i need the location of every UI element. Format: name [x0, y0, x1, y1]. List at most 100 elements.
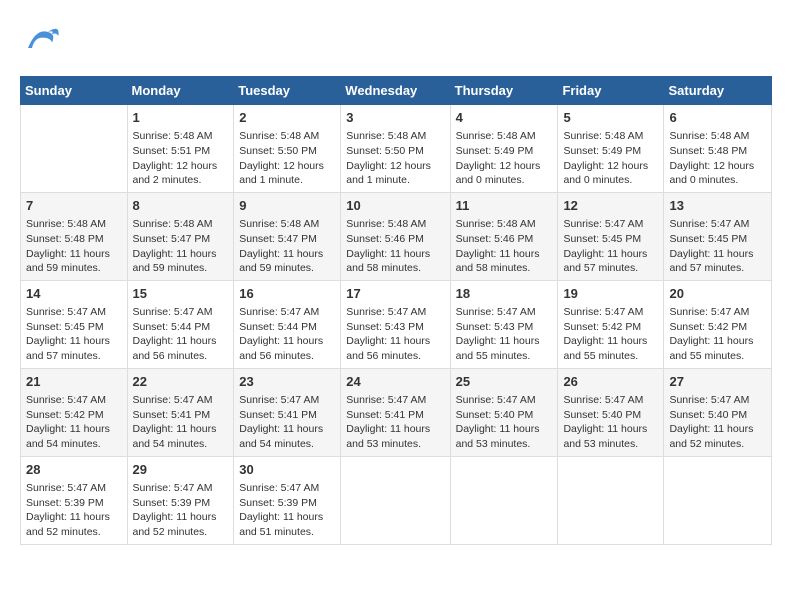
day-info-line: Daylight: 11 hours: [239, 510, 335, 525]
week-row-2: 7Sunrise: 5:48 AMSunset: 5:48 PMDaylight…: [21, 192, 772, 280]
day-info-line: Daylight: 12 hours: [563, 159, 658, 174]
day-info-line: Sunrise: 5:47 AM: [26, 305, 122, 320]
day-info-line: Daylight: 11 hours: [239, 334, 335, 349]
calendar-cell: 20Sunrise: 5:47 AMSunset: 5:42 PMDayligh…: [664, 280, 772, 368]
day-info-line: Sunset: 5:43 PM: [346, 320, 444, 335]
day-number: 18: [456, 285, 553, 303]
day-info-line: Daylight: 11 hours: [456, 334, 553, 349]
day-info-line: Sunrise: 5:47 AM: [239, 305, 335, 320]
calendar-cell: 3Sunrise: 5:48 AMSunset: 5:50 PMDaylight…: [341, 105, 450, 193]
day-info-line: Sunset: 5:47 PM: [133, 232, 229, 247]
calendar-cell: 5Sunrise: 5:48 AMSunset: 5:49 PMDaylight…: [558, 105, 664, 193]
day-info-line: Sunrise: 5:48 AM: [669, 129, 766, 144]
day-info-line: and 56 minutes.: [346, 349, 444, 364]
day-number: 9: [239, 197, 335, 215]
day-info-line: Daylight: 11 hours: [239, 422, 335, 437]
day-info-line: Sunset: 5:44 PM: [239, 320, 335, 335]
day-info-line: Sunrise: 5:47 AM: [669, 305, 766, 320]
header-thursday: Thursday: [450, 77, 558, 105]
calendar-cell: 12Sunrise: 5:47 AMSunset: 5:45 PMDayligh…: [558, 192, 664, 280]
calendar-cell: 15Sunrise: 5:47 AMSunset: 5:44 PMDayligh…: [127, 280, 234, 368]
day-info-line: Sunset: 5:46 PM: [456, 232, 553, 247]
week-row-4: 21Sunrise: 5:47 AMSunset: 5:42 PMDayligh…: [21, 368, 772, 456]
day-info-line: Sunrise: 5:48 AM: [456, 217, 553, 232]
day-info-line: Sunset: 5:39 PM: [133, 496, 229, 511]
day-info-line: Daylight: 11 hours: [133, 510, 229, 525]
calendar-cell: 25Sunrise: 5:47 AMSunset: 5:40 PMDayligh…: [450, 368, 558, 456]
day-info-line: Sunrise: 5:47 AM: [456, 305, 553, 320]
day-number: 13: [669, 197, 766, 215]
calendar-cell: 9Sunrise: 5:48 AMSunset: 5:47 PMDaylight…: [234, 192, 341, 280]
header-wednesday: Wednesday: [341, 77, 450, 105]
day-info-line: and 58 minutes.: [346, 261, 444, 276]
day-number: 14: [26, 285, 122, 303]
day-info-line: Sunset: 5:42 PM: [26, 408, 122, 423]
day-info-line: Sunrise: 5:48 AM: [133, 217, 229, 232]
day-info-line: and 59 minutes.: [26, 261, 122, 276]
week-row-1: 1Sunrise: 5:48 AMSunset: 5:51 PMDaylight…: [21, 105, 772, 193]
day-info-line: Sunrise: 5:47 AM: [26, 481, 122, 496]
week-row-3: 14Sunrise: 5:47 AMSunset: 5:45 PMDayligh…: [21, 280, 772, 368]
day-info-line: Daylight: 12 hours: [456, 159, 553, 174]
day-info-line: Sunrise: 5:48 AM: [239, 129, 335, 144]
day-info-line: Sunrise: 5:47 AM: [346, 305, 444, 320]
calendar-cell: 22 Sunrise: 5:47 AMSunset: 5:41 PMDayligh…: [127, 368, 234, 456]
day-info-line: Sunrise: 5:47 AM: [456, 393, 553, 408]
day-number: 30: [239, 461, 335, 479]
calendar-cell: 17Sunrise: 5:47 AMSunset: 5:43 PMDayligh…: [341, 280, 450, 368]
day-info-line: Daylight: 11 hours: [133, 422, 229, 437]
day-info-line: Daylight: 11 hours: [563, 247, 658, 262]
day-info-line: Daylight: 11 hours: [133, 334, 229, 349]
day-info-line: and 57 minutes.: [563, 261, 658, 276]
header-monday: Monday: [127, 77, 234, 105]
day-info-line: Sunrise: 5:47 AM: [563, 305, 658, 320]
day-number: 15: [133, 285, 229, 303]
day-number: 24: [346, 373, 444, 391]
day-info-line: Sunset: 5:40 PM: [456, 408, 553, 423]
day-info-line: Daylight: 11 hours: [669, 422, 766, 437]
calendar-cell: 7Sunrise: 5:48 AMSunset: 5:48 PMDaylight…: [21, 192, 128, 280]
day-info-line: and 59 minutes.: [239, 261, 335, 276]
day-info-line: Sunrise: 5:47 AM: [563, 393, 658, 408]
calendar-cell: 10Sunrise: 5:48 AMSunset: 5:46 PMDayligh…: [341, 192, 450, 280]
day-info-line: and 1 minute.: [346, 173, 444, 188]
day-number: 2: [239, 109, 335, 127]
day-info-line: Sunrise: 5:48 AM: [239, 217, 335, 232]
day-info-line: Daylight: 11 hours: [563, 422, 658, 437]
day-info-line: Sunrise: 5:47 AM: [346, 393, 444, 408]
day-info-line: and 52 minutes.: [26, 525, 122, 540]
day-number: 8: [133, 197, 229, 215]
day-info-line: Sunset: 5:41 PM: [133, 408, 229, 423]
day-info-line: Sunrise: 5:47 AM: [133, 481, 229, 496]
day-info-line: Sunset: 5:49 PM: [563, 144, 658, 159]
day-info-line: Sunrise: 5:47 AM: [239, 481, 335, 496]
day-info-line: Daylight: 11 hours: [456, 247, 553, 262]
day-info-line: Sunset: 5:44 PM: [133, 320, 229, 335]
day-number: 29: [133, 461, 229, 479]
day-number: 3: [346, 109, 444, 127]
day-info-line: Sunset: 5:47 PM: [239, 232, 335, 247]
day-number: 28: [26, 461, 122, 479]
day-info-line: and 0 minutes.: [456, 173, 553, 188]
day-info-line: Sunrise: 5:47 AM: [239, 393, 335, 408]
day-info-line: Sunset: 5:51 PM: [133, 144, 229, 159]
day-info-line: Sunrise: 5:47 AM: [133, 393, 229, 408]
day-info-line: Sunset: 5:45 PM: [669, 232, 766, 247]
day-info-line: Sunset: 5:48 PM: [669, 144, 766, 159]
day-info-line: Daylight: 12 hours: [239, 159, 335, 174]
day-info-line: and 58 minutes.: [456, 261, 553, 276]
day-info-line: Sunrise: 5:48 AM: [346, 217, 444, 232]
day-info-line: and 53 minutes.: [563, 437, 658, 452]
day-number: 7: [26, 197, 122, 215]
day-info-line: Sunrise: 5:47 AM: [26, 393, 122, 408]
day-info-line: and 52 minutes.: [133, 525, 229, 540]
day-info-line: and 54 minutes.: [239, 437, 335, 452]
day-info-line: Sunset: 5:50 PM: [346, 144, 444, 159]
calendar-cell: [558, 456, 664, 544]
day-number: 22: [133, 373, 229, 391]
day-info-line: Daylight: 11 hours: [133, 247, 229, 262]
day-info-line: Daylight: 12 hours: [346, 159, 444, 174]
day-number: 25: [456, 373, 553, 391]
day-info-line: Daylight: 12 hours: [133, 159, 229, 174]
day-number: 4: [456, 109, 553, 127]
